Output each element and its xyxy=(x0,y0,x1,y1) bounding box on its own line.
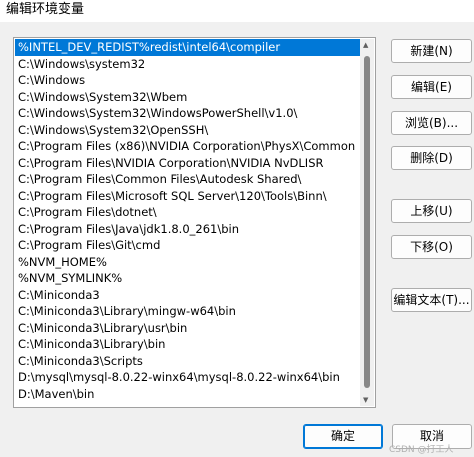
title-bar: 编辑环境变量 xyxy=(0,0,474,22)
path-list-item[interactable]: C:\Program Files\Git\cmd xyxy=(15,237,361,254)
scroll-up-arrow-icon[interactable]: ▲ xyxy=(363,41,368,49)
path-listbox[interactable]: %INTEL_DEV_REDIST%redist\intel64\compile… xyxy=(13,37,376,408)
edit-text-button[interactable]: 编辑文本(T)... xyxy=(391,288,472,312)
window-title: 编辑环境变量 xyxy=(6,2,85,17)
move-up-button[interactable]: 上移(U) xyxy=(391,199,472,223)
path-list-item[interactable]: %NVM_HOME% xyxy=(15,254,361,271)
path-list-item[interactable]: D:\Maven\bin xyxy=(15,386,361,403)
path-list-item[interactable]: C:\Miniconda3\Library\mingw-w64\bin xyxy=(15,303,361,320)
path-list-item[interactable]: %NVM_SYMLINK% xyxy=(15,270,361,287)
path-list-item[interactable]: D:\mysql\mysql-8.0.22-winx64\mysql-8.0.2… xyxy=(15,369,361,386)
path-list-item[interactable]: C:\Miniconda3\Scripts xyxy=(15,353,361,370)
path-list-item[interactable]: %INTEL_DEV_REDIST%redist\intel64\compile… xyxy=(15,39,361,56)
browse-button[interactable]: 浏览(B)... xyxy=(391,111,472,135)
path-list-item[interactable]: C:\Miniconda3\Library\usr\bin xyxy=(15,320,361,337)
path-list-item[interactable]: C:\Program Files (x86)\NVIDIA Corporatio… xyxy=(15,138,361,155)
path-list-item[interactable]: C:\Windows\System32\Wbem xyxy=(15,89,361,106)
edit-button[interactable]: 编辑(E) xyxy=(391,75,472,99)
path-list-item[interactable]: C:\Windows\System32\WindowsPowerShell\v1… xyxy=(15,105,361,122)
path-list-item[interactable]: C:\Windows\system32 xyxy=(15,56,361,73)
move-down-button[interactable]: 下移(O) xyxy=(391,235,472,259)
scroll-down-arrow-icon[interactable]: ▼ xyxy=(363,396,368,404)
vertical-scrollbar[interactable]: ▲ ▼ xyxy=(360,39,374,406)
path-list-item[interactable]: C:\Windows\System32\OpenSSH\ xyxy=(15,122,361,139)
path-list-item[interactable]: C:\Program Files\Java\jdk1.8.0_261\bin xyxy=(15,221,361,238)
watermark: CSDN @打工人 xyxy=(389,445,454,455)
path-list-item[interactable]: C:\Program Files\Common Files\Autodesk S… xyxy=(15,171,361,188)
path-list-item[interactable]: C:\Program Files\NVIDIA Corporation\NVID… xyxy=(15,155,361,172)
new-button[interactable]: 新建(N) xyxy=(391,39,472,63)
scroll-thumb[interactable] xyxy=(364,56,370,388)
path-list-item[interactable]: C:\Windows xyxy=(15,72,361,89)
path-list-item[interactable]: C:\Program Files\Microsoft SQL Server\12… xyxy=(15,188,361,205)
path-list-item[interactable]: C:\Miniconda3 xyxy=(15,287,361,304)
delete-button[interactable]: 删除(D) xyxy=(391,146,472,170)
ok-button[interactable]: 确定 xyxy=(303,424,383,449)
path-list-item[interactable]: C:\Miniconda3\Library\bin xyxy=(15,336,361,353)
path-list-item[interactable]: C:\Program Files\dotnet\ xyxy=(15,204,361,221)
